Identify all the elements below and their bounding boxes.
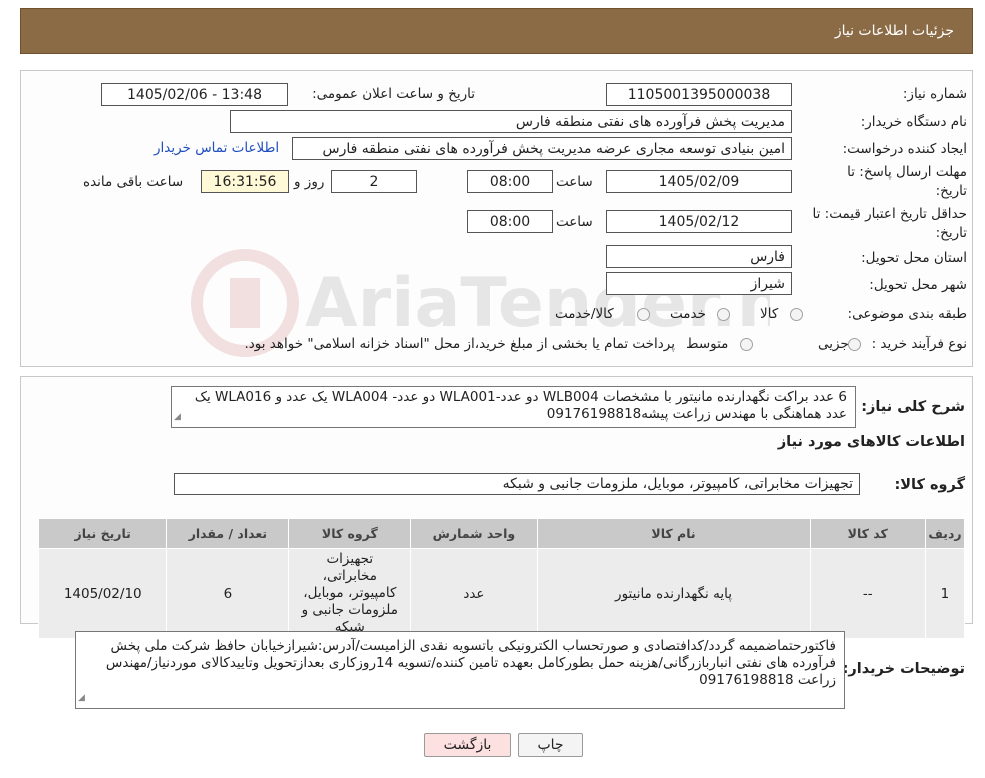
- province-field: فارس: [606, 245, 792, 268]
- price-validity-label: حداقل تاریخ اعتبار قیمت: تا تاریخ:: [812, 206, 967, 241]
- buyer-notes-text: فاکتورحتماضمیمه گردد/کدافتصادی و صورتحسا…: [105, 638, 836, 688]
- summary-text: 6 عدد براکت نگهدارنده مانیتور با مشخصات …: [194, 389, 847, 422]
- cell-name: پایه نگهدارنده مانیتور: [536, 548, 811, 639]
- deadline-time-field: 08:00: [467, 170, 553, 193]
- buyer-notes-label: توضیحات خریدار:: [842, 661, 965, 677]
- need-number-field: 1105001395000038: [606, 83, 792, 106]
- deadline-time-label: ساعت: [556, 174, 593, 190]
- col-header-unit: واحد شمارش: [410, 518, 538, 549]
- days-remaining-field: 2: [331, 170, 417, 193]
- category-radio-service[interactable]: [717, 308, 730, 321]
- process-option-medium: متوسط: [686, 336, 729, 352]
- process-radio-medium[interactable]: [740, 338, 753, 351]
- back-button[interactable]: بازگشت: [424, 733, 511, 757]
- table-row: 1 -- پایه نگهدارنده مانیتور عدد تجهیزات …: [37, 548, 966, 639]
- price-validity-time-label: ساعت: [556, 214, 593, 230]
- price-validity-date-field: 1405/02/12: [606, 210, 792, 233]
- deadline-date-field: 1405/02/09: [606, 170, 792, 193]
- category-option-service: خدمت: [670, 306, 706, 322]
- cell-date: 1405/02/10: [37, 548, 168, 639]
- col-header-code: کد کالا: [809, 518, 926, 549]
- goods-info-title: اطلاعات کالاهای مورد نیاز: [777, 434, 965, 450]
- goods-group-label: گروه کالا:: [894, 477, 965, 493]
- cell-unit: عدد: [410, 548, 538, 639]
- buyer-org-field: مدیریت پخش فرآورده های نفتی منطقه فارس: [230, 110, 792, 133]
- city-label: شهر محل تحویل:: [869, 277, 967, 293]
- process-type-label: نوع فرآیند خرید :: [871, 336, 967, 352]
- col-header-date: تاریخ نیاز: [37, 518, 168, 549]
- buyer-notes-textarea[interactable]: فاکتورحتماضمیمه گردد/کدافتصادی و صورتحسا…: [75, 631, 845, 709]
- category-option-goods-service: کالا/خدمت: [555, 306, 614, 322]
- creator-field: امین بنیادی توسعه مجاری عرضه مدیریت پخش …: [292, 137, 792, 160]
- summary-label: شرح کلی نیاز:: [861, 399, 965, 415]
- category-radio-goods[interactable]: [790, 308, 803, 321]
- cell-group: تجهیزات مخابراتی، کامپیوتر، موبایل، ملزو…: [288, 548, 412, 639]
- summary-textarea[interactable]: 6 عدد براکت نگهدارنده مانیتور با مشخصات …: [171, 386, 856, 428]
- city-field: شیراز: [606, 272, 792, 295]
- buyer-contact-link[interactable]: اطلاعات تماس خریدار: [154, 140, 279, 156]
- page-header: جزئیات اطلاعات نیاز: [20, 8, 973, 54]
- items-table: ردیف کد کالا نام کالا واحد شمارش گروه کا…: [37, 518, 966, 639]
- days-label: روز و: [294, 174, 325, 190]
- remaining-label: ساعت باقی مانده: [83, 174, 184, 190]
- remaining-time-field: 16:31:56: [201, 170, 289, 193]
- price-validity-time-field: 08:00: [467, 210, 553, 233]
- category-label: طبقه بندی موضوعی:: [847, 306, 967, 322]
- deadline-label: مهلت ارسال پاسخ: تا تاریخ:: [847, 164, 967, 199]
- col-header-name: نام کالا: [536, 518, 811, 549]
- col-header-row-number: ردیف: [924, 518, 966, 549]
- resize-grip-icon[interactable]: ◢: [78, 690, 85, 707]
- col-header-group: گروه کالا: [288, 518, 412, 549]
- announce-datetime-field: 1405/02/06 - 13:48: [101, 83, 288, 106]
- category-option-goods: کالا: [760, 306, 779, 322]
- process-radio-minor[interactable]: [848, 338, 861, 351]
- process-note: پرداخت تمام یا بخشی از مبلغ خرید،از محل …: [244, 336, 675, 352]
- page-title: جزئیات اطلاعات نیاز: [834, 23, 954, 39]
- table-header-row: ردیف کد کالا نام کالا واحد شمارش گروه کا…: [37, 518, 966, 549]
- creator-label: ایجاد کننده درخواست:: [842, 141, 967, 157]
- resize-grip-icon[interactable]: ◢: [174, 409, 181, 426]
- need-number-label: شماره نیاز:: [902, 86, 967, 102]
- buyer-org-label: نام دستگاه خریدار:: [860, 114, 967, 130]
- cell-qty: 6: [166, 548, 290, 639]
- process-option-minor: جزیی: [818, 336, 849, 352]
- province-label: استان محل تحویل:: [861, 250, 967, 266]
- items-table-wrapper: ردیف کد کالا نام کالا واحد شمارش گروه کا…: [37, 518, 966, 639]
- category-radio-goods-service[interactable]: [637, 308, 650, 321]
- col-header-qty: تعداد / مقدار: [166, 518, 290, 549]
- cell-code: --: [809, 548, 926, 639]
- goods-group-field: تجهیزات مخابراتی، کامپیوتر، موبایل، ملزو…: [174, 473, 860, 495]
- announce-datetime-label: تاریخ و ساعت اعلان عمومی:: [312, 86, 475, 102]
- print-button[interactable]: چاپ: [518, 733, 583, 757]
- cell-row-number: 1: [924, 548, 966, 639]
